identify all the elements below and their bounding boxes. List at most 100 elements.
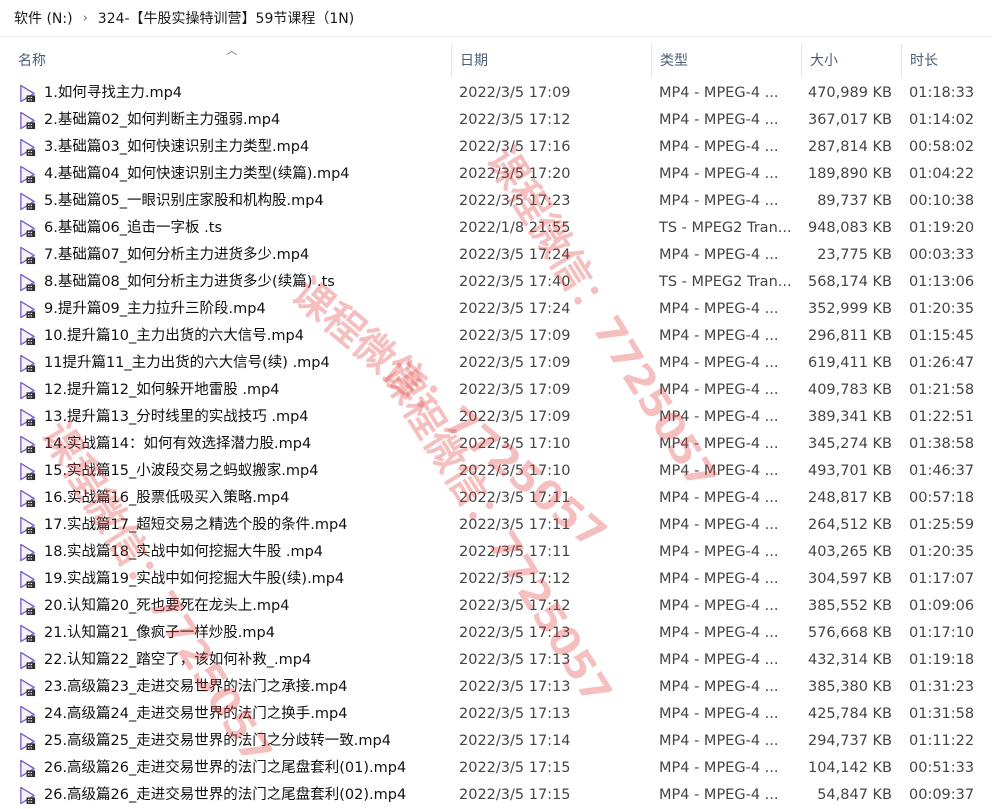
file-row[interactable]: 15.实战篇15_小波段交易之蚂蚁搬家.mp4 2022/3/5 17:10 MP4… [0,458,992,485]
breadcrumb-folder[interactable]: 324-【牛股实操特训营】59节课程（1N) [92,8,360,28]
file-type: MP4 - MPEG-4 ... [659,355,779,371]
file-type: MP4 - MPEG-4 ... [659,733,779,749]
file-duration: 01:15:45 [909,328,975,344]
breadcrumb-drive[interactable]: 软件 (N:) [0,8,79,28]
file-type: MP4 - MPEG-4 ... [659,652,779,668]
file-name[interactable]: 8.基础篇08_如何分析主力进货多少(续篇) .ts [44,269,444,296]
file-date: 2022/3/5 17:09 [459,328,571,344]
file-duration: 01:20:35 [909,301,975,317]
file-row[interactable]: 4.基础篇04_如何快速识别主力类型(续篇).mp4 2022/3/5 17:20… [0,161,992,188]
video-file-icon [18,219,37,238]
file-row[interactable]: 12.提升篇12_如何躲开地雷股 .mp4 2022/3/5 17:09 MP4 -… [0,377,992,404]
file-name[interactable]: 10.提升篇10_主力出货的六大信号.mp4 [44,323,444,350]
file-row[interactable]: 9.提升篇09_主力拉升三阶段.mp4 2022/3/5 17:24 MP4 - M… [0,296,992,323]
video-file-icon [18,192,37,211]
file-row[interactable]: 1.如何寻找主力.mp4 2022/3/5 17:09 MP4 - MPEG-4 .… [0,80,992,107]
file-name[interactable]: 22.认知篇22_踏空了，该如何补救_.mp4 [44,647,444,674]
file-size: 619,411 KB [807,355,892,371]
column-header-type[interactable]: 类型 [652,44,802,78]
file-name[interactable]: 12.提升篇12_如何躲开地雷股 .mp4 [44,377,444,404]
file-size: 568,174 KB [807,274,892,290]
file-name[interactable]: 18.实战篇18_实战中如何挖掘大牛股 .mp4 [44,539,444,566]
file-row[interactable]: 18.实战篇18_实战中如何挖掘大牛股 .mp4 2022/3/5 17:11 MP… [0,539,992,566]
file-name[interactable]: 4.基础篇04_如何快速识别主力类型(续篇).mp4 [44,161,444,188]
file-name[interactable]: 19.实战篇19_实战中如何挖掘大牛股(续).mp4 [44,566,444,593]
file-name[interactable]: 5.基础篇05_一眼识别庄家股和机构股.mp4 [44,188,444,215]
video-file-icon [18,597,37,616]
video-file-icon [18,543,37,562]
file-row[interactable]: 26.高级篇26_走进交易世界的法门之尾盘套利(01).mp4 2022/3/5 … [0,755,992,782]
video-file-icon [18,462,37,481]
column-header-duration[interactable]: 时长 [902,44,992,78]
file-size: 409,783 KB [807,382,892,398]
file-name[interactable]: 7.基础篇07_如何分析主力进货多少.mp4 [44,242,444,269]
file-name[interactable]: 16.实战篇16_股票低吸买入策略.mp4 [44,485,444,512]
file-duration: 01:13:06 [909,274,975,290]
file-name[interactable]: 21.认知篇21_像疯子一样炒股.mp4 [44,620,444,647]
file-date: 2022/3/5 17:09 [459,355,571,371]
file-type: MP4 - MPEG-4 ... [659,679,779,695]
file-name[interactable]: 17.实战篇17_超短交易之精选个股的条件.mp4 [44,512,444,539]
file-size: 304,597 KB [807,571,892,587]
file-name[interactable]: 11提升篇11_主力出货的六大信号(续) .mp4 [44,350,444,377]
file-duration: 01:11:22 [909,733,975,749]
column-header-date[interactable]: 日期 [452,44,652,78]
file-row[interactable]: 10.提升篇10_主力出货的六大信号.mp4 2022/3/5 17:09 MP4 … [0,323,992,350]
file-row[interactable]: 3.基础篇03_如何快速识别主力类型.mp4 2022/3/5 17:16 MP4 … [0,134,992,161]
file-row[interactable]: 25.高级篇25_走进交易世界的法门之分歧转一致.mp4 2022/3/5 17:… [0,728,992,755]
file-duration: 01:26:47 [909,355,975,371]
column-header-size[interactable]: 大小 [802,44,902,78]
file-name[interactable]: 25.高级篇25_走进交易世界的法门之分歧转一致.mp4 [44,728,444,755]
file-duration: 01:17:10 [909,625,975,641]
file-row[interactable]: 11提升篇11_主力出货的六大信号(续) .mp4 2022/3/5 17:09 M… [0,350,992,377]
file-type: MP4 - MPEG-4 ... [659,301,779,317]
file-size: 389,341 KB [807,409,892,425]
file-size: 403,265 KB [807,544,892,560]
file-name[interactable]: 15.实战篇15_小波段交易之蚂蚁搬家.mp4 [44,458,444,485]
file-row[interactable]: 14.实战篇14：如何有效选择潜力股.mp4 2022/3/5 17:10 MP4 … [0,431,992,458]
file-row[interactable]: 24.高级篇24_走进交易世界的法门之换手.mp4 2022/3/5 17:13 M… [0,701,992,728]
file-duration: 01:22:51 [909,409,975,425]
file-name[interactable]: 9.提升篇09_主力拉升三阶段.mp4 [44,296,444,323]
chevron-right-icon[interactable]: › [79,11,92,26]
file-row[interactable]: 2.基础篇02_如何判断主力强弱.mp4 2022/3/5 17:12 MP4 - … [0,107,992,134]
file-row[interactable]: 22.认知篇22_踏空了，该如何补救_.mp4 2022/3/5 17:13 MP4… [0,647,992,674]
file-row[interactable]: 7.基础篇07_如何分析主力进货多少.mp4 2022/3/5 17:24 MP4 … [0,242,992,269]
file-size: 104,142 KB [807,760,892,776]
file-type: MP4 - MPEG-4 ... [659,463,779,479]
file-row[interactable]: 23.高级篇23_走进交易世界的法门之承接.mp4 2022/3/5 17:13 M… [0,674,992,701]
file-name[interactable]: 26.高级篇26_走进交易世界的法门之尾盘套利(01).mp4 [44,755,444,782]
file-name[interactable]: 24.高级篇24_走进交易世界的法门之换手.mp4 [44,701,444,728]
file-row[interactable]: 21.认知篇21_像疯子一样炒股.mp4 2022/3/5 17:13 MP4 - … [0,620,992,647]
file-date: 2022/3/5 17:23 [459,193,571,209]
file-row[interactable]: 8.基础篇08_如何分析主力进货多少(续篇) .ts 2022/3/5 17:40… [0,269,992,296]
file-row[interactable]: 5.基础篇05_一眼识别庄家股和机构股.mp4 2022/3/5 17:23 MP4… [0,188,992,215]
file-size: 189,890 KB [807,166,892,182]
file-duration: 01:31:58 [909,706,975,722]
file-name[interactable]: 20.认知篇20_死也要死在龙头上.mp4 [44,593,444,620]
file-name[interactable]: 3.基础篇03_如何快速识别主力类型.mp4 [44,134,444,161]
file-row[interactable]: 16.实战篇16_股票低吸买入策略.mp4 2022/3/5 17:11 MP4 -… [0,485,992,512]
file-name[interactable]: 6.基础篇06_追击一字板 .ts [44,215,444,242]
file-row[interactable]: 20.认知篇20_死也要死在龙头上.mp4 2022/3/5 17:12 MP4 -… [0,593,992,620]
video-file-icon [18,516,37,535]
file-row[interactable]: 13.提升篇13_分时线里的实战技巧 .mp4 2022/3/5 17:09 MP4… [0,404,992,431]
file-duration: 01:46:37 [909,463,975,479]
file-date: 2022/1/8 21:55 [459,220,571,236]
file-row[interactable]: 6.基础篇06_追击一字板 .ts 2022/1/8 21:55 TS - MPEG… [0,215,992,242]
file-date: 2022/3/5 17:12 [459,112,571,128]
file-name[interactable]: 14.实战篇14：如何有效选择潜力股.mp4 [44,431,444,458]
file-row[interactable]: 17.实战篇17_超短交易之精选个股的条件.mp4 2022/3/5 17:11 M… [0,512,992,539]
file-date: 2022/3/5 17:16 [459,139,571,155]
file-date: 2022/3/5 17:24 [459,301,571,317]
file-date: 2022/3/5 17:09 [459,382,571,398]
file-name[interactable]: 23.高级篇23_走进交易世界的法门之承接.mp4 [44,674,444,701]
file-date: 2022/3/5 17:24 [459,247,571,263]
file-row[interactable]: 19.实战篇19_实战中如何挖掘大牛股(续).mp4 2022/3/5 17:12… [0,566,992,593]
file-name[interactable]: 1.如何寻找主力.mp4 [44,80,444,107]
file-name[interactable]: 13.提升篇13_分时线里的实战技巧 .mp4 [44,404,444,431]
file-name[interactable]: 2.基础篇02_如何判断主力强弱.mp4 [44,107,444,134]
file-date: 2022/3/5 17:12 [459,571,571,587]
file-type: MP4 - MPEG-4 ... [659,328,779,344]
file-type: MP4 - MPEG-4 ... [659,544,779,560]
